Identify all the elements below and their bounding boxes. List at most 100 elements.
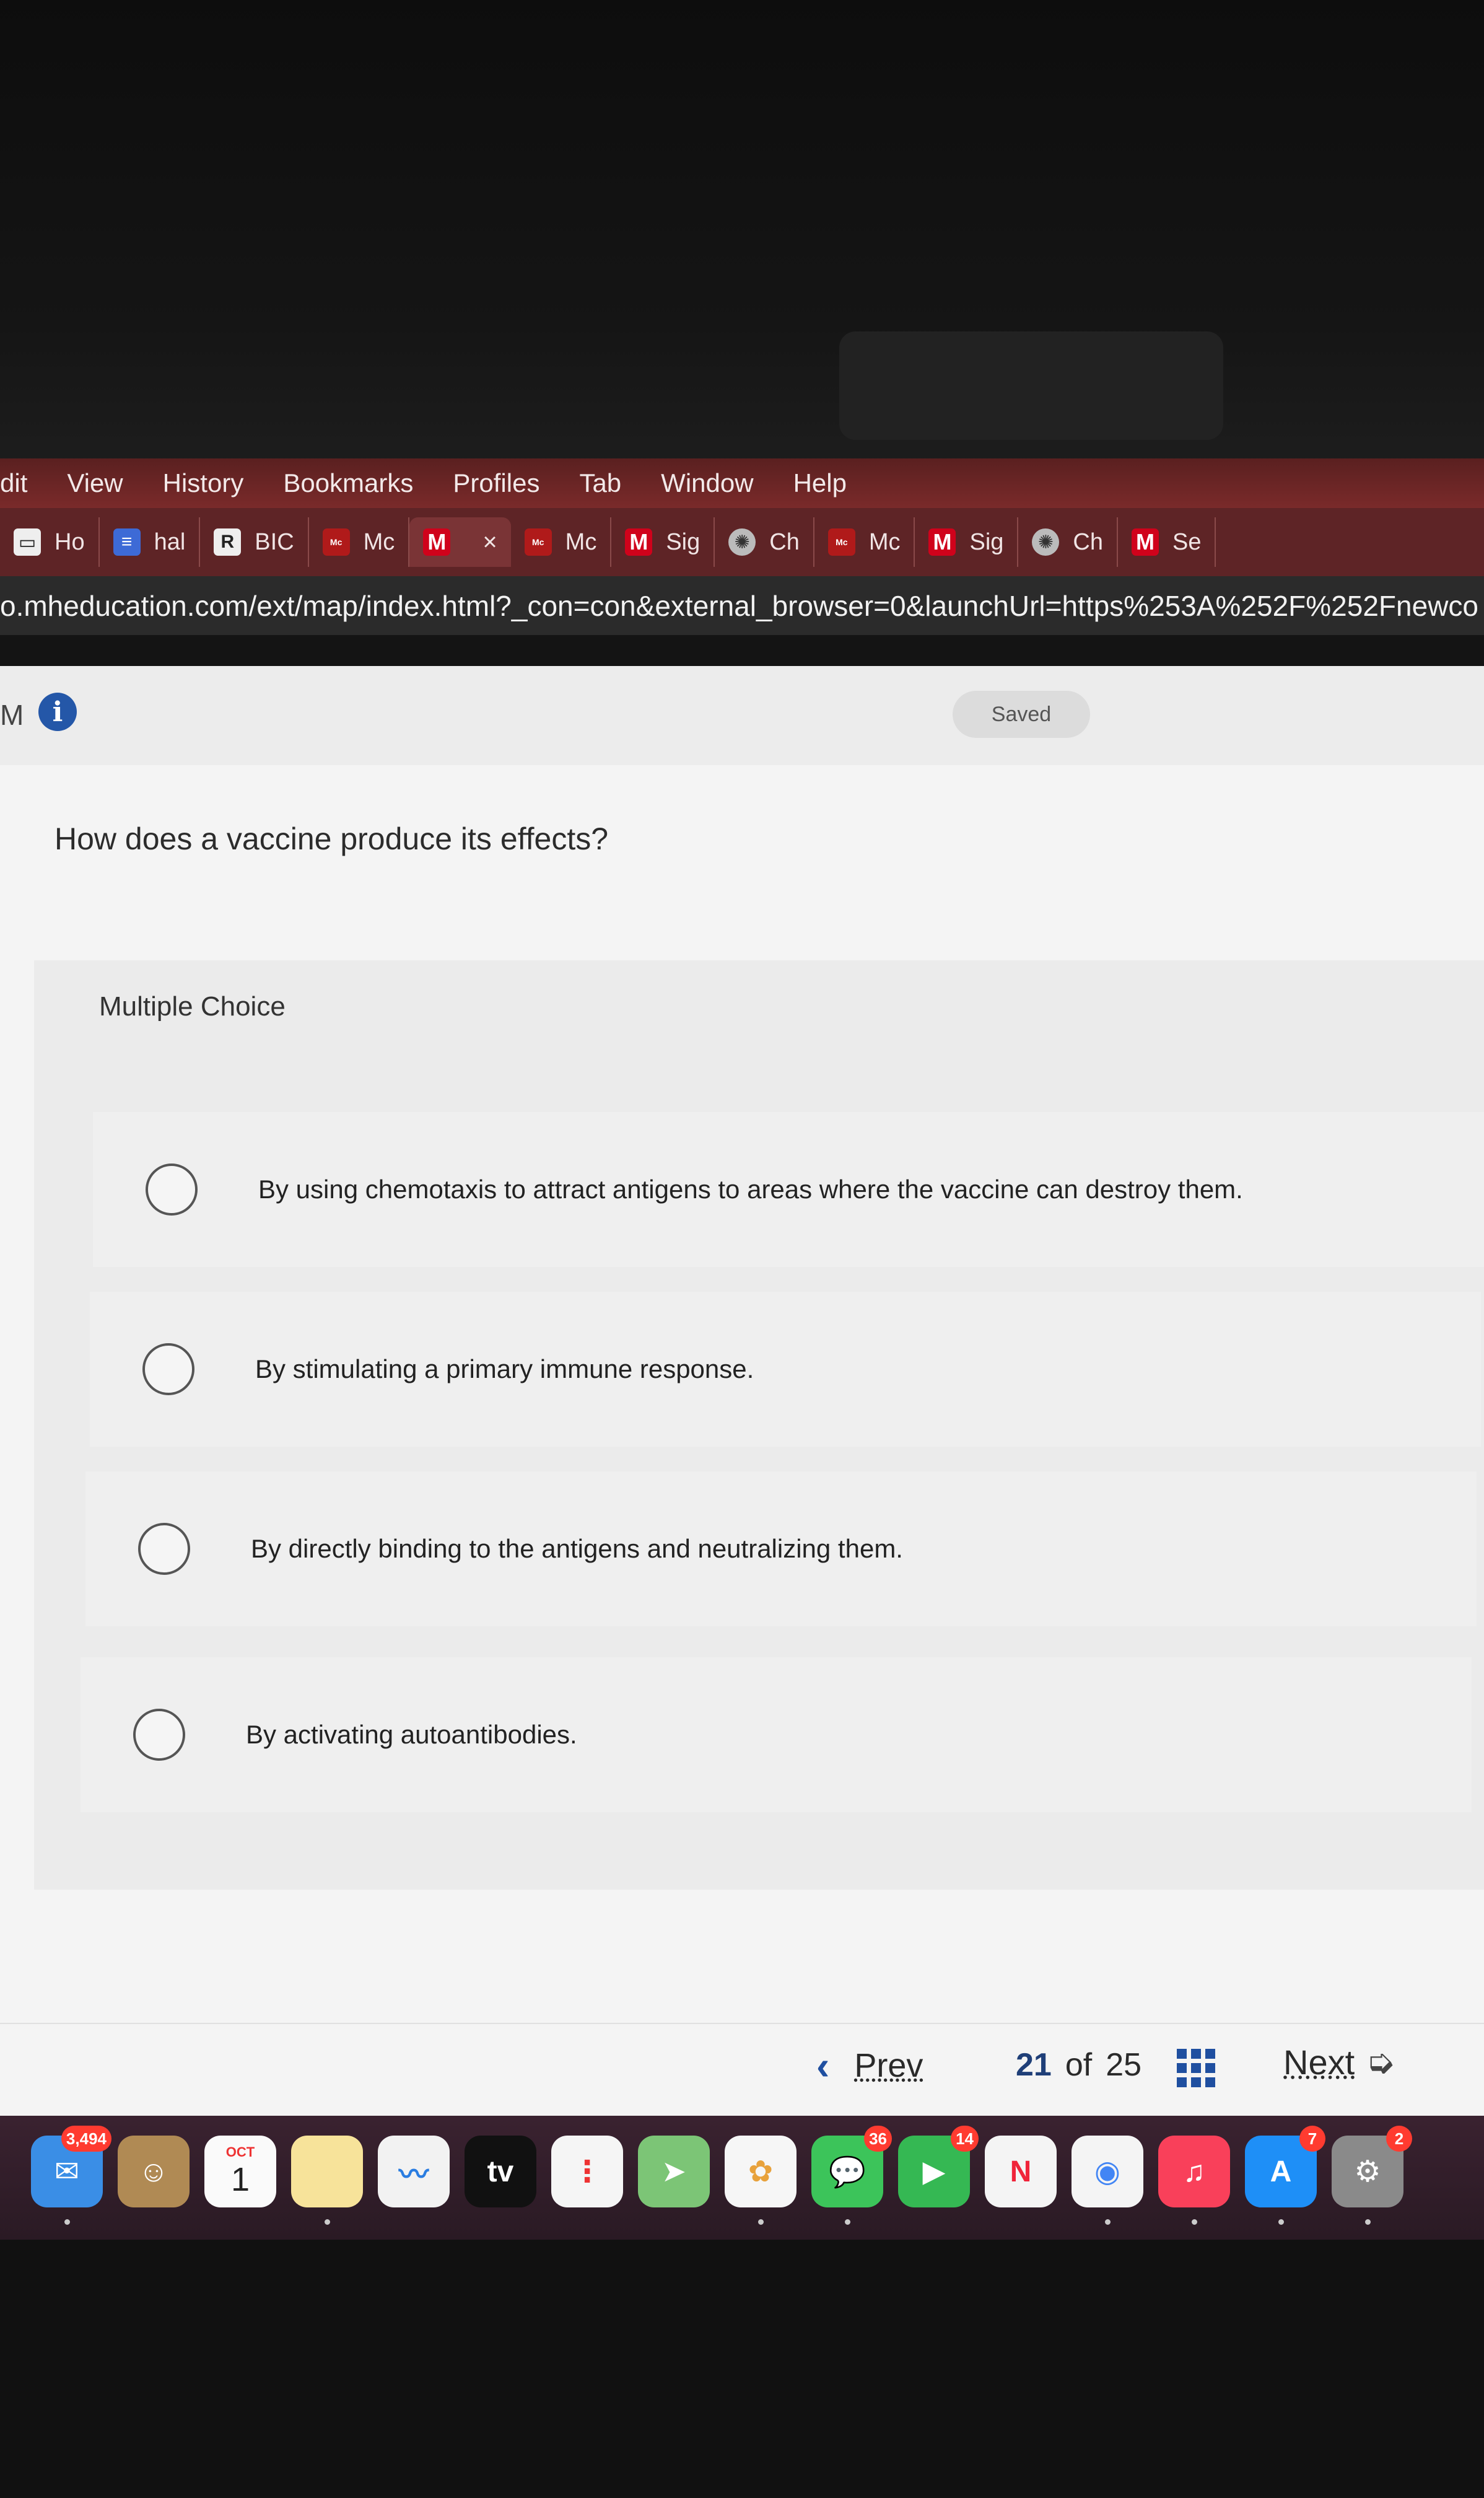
menu-bookmarks[interactable]: Bookmarks xyxy=(283,468,413,498)
facetime-icon[interactable]: ▶ 14 xyxy=(898,2126,979,2207)
radio-button[interactable] xyxy=(138,1523,190,1575)
tab-bic[interactable]: R BIC xyxy=(200,517,309,567)
macos-dock: ✉ 3,494 ☺ OCT 1 〰 tv ⋮ ➤ ✿ 💬 36 ▶ 14 N ◉… xyxy=(0,2116,1484,2240)
tab-home[interactable]: ▭ Ho xyxy=(0,517,100,567)
tab-doc[interactable]: ≡ hal xyxy=(100,517,201,567)
photos-icon[interactable]: ✿ xyxy=(725,2136,797,2225)
music-icon[interactable]: ♫ xyxy=(1158,2136,1230,2225)
tab-chatgpt-1[interactable]: ✺ Ch xyxy=(715,517,814,567)
freeform-icon[interactable]: 〰 xyxy=(378,2136,450,2207)
running-indicator xyxy=(1105,2219,1111,2225)
tab-label: Ho xyxy=(55,528,85,555)
tab-mcgraw-1[interactable]: Mc Mc xyxy=(309,517,410,567)
contacts-icon[interactable]: ☺ xyxy=(118,2136,190,2207)
mail-icon[interactable]: ✉ 3,494 xyxy=(31,2126,111,2225)
menu-window[interactable]: Window xyxy=(661,468,753,498)
calendar-month: OCT xyxy=(225,2144,255,2160)
tab-label: Sig xyxy=(666,528,701,555)
menu-profiles[interactable]: Profiles xyxy=(453,468,539,498)
tab-sig-2[interactable]: M Sig xyxy=(915,517,1019,567)
doc-icon: ≡ xyxy=(113,528,141,556)
reminders-icon[interactable]: ⋮ xyxy=(551,2136,623,2207)
tab-label: Mc xyxy=(565,528,597,555)
running-indicator xyxy=(64,2219,70,2225)
answer-option-2[interactable]: By stimulating a primary immune response… xyxy=(90,1292,1481,1447)
page-content: M i Saved How does a vaccine produce its… xyxy=(0,666,1484,2116)
question-type-label: Multiple Choice xyxy=(99,991,286,1022)
messages-icon[interactable]: 💬 36 xyxy=(811,2126,892,2225)
radio-button[interactable] xyxy=(146,1164,198,1216)
menu-edit[interactable]: dit xyxy=(0,468,27,498)
answer-option-3[interactable]: By directly binding to the antigens and … xyxy=(85,1471,1477,1626)
assignment-header: M i Saved xyxy=(0,666,1484,765)
chatgpt-icon: ✺ xyxy=(1032,528,1060,556)
running-indicator xyxy=(758,2219,764,2225)
tab-label: Se xyxy=(1172,528,1202,555)
tab-bar: ▭ Ho ≡ hal R BIC Mc Mc M × Mc Mc M Sig ✺… xyxy=(0,508,1484,576)
m-icon: M xyxy=(625,528,653,556)
screen-bezel-bottom xyxy=(0,2240,1484,2498)
running-indicator xyxy=(1278,2219,1284,2225)
next-label: Next xyxy=(1283,2042,1355,2082)
saved-status-badge: Saved xyxy=(953,691,1090,738)
maps-icon[interactable]: ➤ xyxy=(638,2136,710,2207)
chevron-left-icon: ‹ xyxy=(816,2043,830,2088)
mcgraw-hill-icon: Mc xyxy=(827,528,855,556)
menu-tab[interactable]: Tab xyxy=(579,468,621,498)
brand-logo: M xyxy=(0,699,24,731)
current-question-number: 21 xyxy=(1016,2047,1052,2083)
question-grid-icon[interactable] xyxy=(1177,2049,1215,2087)
radio-button[interactable] xyxy=(133,1709,185,1761)
running-indicator xyxy=(1192,2219,1197,2225)
notes-icon[interactable] xyxy=(291,2136,363,2225)
of-label: of xyxy=(1065,2047,1093,2083)
page-indicator: 21 of 25 xyxy=(1016,2046,1141,2084)
tv-label: tv xyxy=(487,2155,514,2188)
settings-badge: 2 xyxy=(1386,2126,1412,2152)
option-text: By using chemotaxis to attract antigens … xyxy=(258,1175,1243,1204)
settings-icon[interactable]: ⚙ 2 xyxy=(1332,2126,1412,2225)
menu-help[interactable]: Help xyxy=(793,468,847,498)
mcgraw-hill-icon: Mc xyxy=(524,528,552,556)
facetime-badge: 14 xyxy=(951,2126,979,2152)
answer-option-1[interactable]: By using chemotaxis to attract antigens … xyxy=(93,1112,1484,1267)
calendar-icon[interactable]: OCT 1 xyxy=(204,2136,276,2207)
close-icon[interactable]: × xyxy=(482,528,497,556)
tab-chatgpt-2[interactable]: ✺ Ch xyxy=(1018,517,1118,567)
news-icon[interactable]: N xyxy=(985,2136,1057,2207)
running-indicator xyxy=(325,2219,330,2225)
tv-icon[interactable]: tv xyxy=(465,2136,536,2207)
tab-sig-1[interactable]: M Sig xyxy=(611,517,715,567)
tab-mcgraw-2[interactable]: Mc Mc xyxy=(511,517,612,567)
menu-bar: dit View History Bookmarks Profiles Tab … xyxy=(0,458,1484,508)
tab-label: hal xyxy=(154,528,186,555)
option-text: By activating autoantibodies. xyxy=(246,1720,577,1749)
messages-badge: 36 xyxy=(864,2126,892,2152)
total-questions: 25 xyxy=(1106,2047,1142,2083)
page-icon: ▭ xyxy=(14,528,41,556)
tab-active[interactable]: M × xyxy=(409,517,511,567)
info-icon[interactable]: i xyxy=(38,693,77,731)
reflection-glare xyxy=(839,331,1223,440)
question-text: How does a vaccine produce its effects? xyxy=(55,822,609,856)
chatgpt-icon: ✺ xyxy=(728,528,756,556)
app-store-icon[interactable]: A 7 xyxy=(1245,2126,1325,2225)
address-bar[interactable]: o.mheducation.com/ext/map/index.html?_co… xyxy=(0,576,1484,635)
url-text[interactable]: o.mheducation.com/ext/map/index.html?_co… xyxy=(0,589,1478,623)
question-navigation: ‹ Prev 21 of 25 Next ➭ xyxy=(0,2023,1484,2117)
menu-history[interactable]: History xyxy=(163,468,244,498)
tab-label: BIC xyxy=(255,528,294,555)
radio-button[interactable] xyxy=(142,1343,194,1395)
menu-view[interactable]: View xyxy=(67,468,123,498)
chrome-icon[interactable]: ◉ xyxy=(1072,2136,1143,2225)
tab-se[interactable]: M Se xyxy=(1118,517,1216,567)
option-text: By directly binding to the antigens and … xyxy=(251,1534,903,1563)
rr-icon: R xyxy=(214,528,242,556)
next-button[interactable]: Next ➭ xyxy=(1283,2041,1395,2082)
m-icon: M xyxy=(423,528,451,556)
prev-button[interactable]: ‹ Prev xyxy=(816,2043,923,2088)
running-indicator xyxy=(845,2219,850,2225)
tab-label: Ch xyxy=(769,528,800,555)
answer-option-4[interactable]: By activating autoantibodies. xyxy=(81,1657,1472,1812)
tab-mcgraw-3[interactable]: Mc Mc xyxy=(814,517,915,567)
